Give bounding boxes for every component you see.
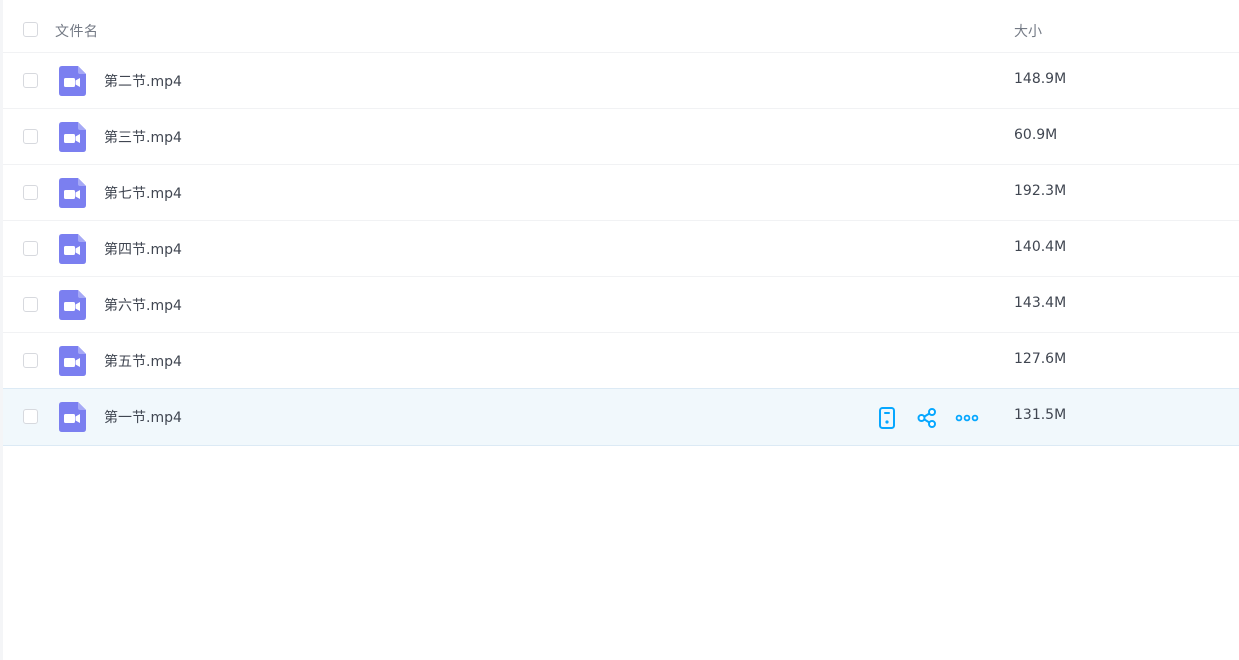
file-name[interactable]: 第二节.mp4	[104, 71, 182, 91]
row-checkbox[interactable]	[23, 129, 38, 144]
file-size: 143.4M	[1014, 295, 1067, 311]
file-size: 140.4M	[1014, 239, 1067, 255]
file-size: 60.9M	[1014, 127, 1058, 143]
more-icon[interactable]	[955, 406, 979, 430]
file-size: 127.6M	[1014, 351, 1067, 367]
column-header-size[interactable]: 大小	[1014, 21, 1042, 41]
file-name[interactable]: 第七节.mp4	[104, 183, 182, 203]
table-row-selected[interactable]: 第一节.mp4 131.5M	[3, 388, 1239, 446]
row-checkbox[interactable]	[23, 241, 38, 256]
row-checkbox[interactable]	[23, 297, 38, 312]
file-table: 文件名 大小 第二节.mp4 148.9M 第三节.mp4 60.9M 第七节.…	[3, 0, 1239, 446]
file-size: 148.9M	[1014, 71, 1067, 87]
table-row[interactable]: 第五节.mp4 127.6M	[3, 333, 1239, 389]
row-checkbox[interactable]	[23, 73, 38, 88]
file-size: 192.3M	[1014, 183, 1067, 199]
file-name[interactable]: 第四节.mp4	[104, 239, 182, 259]
table-row[interactable]: 第四节.mp4 140.4M	[3, 221, 1239, 277]
video-file-icon	[59, 178, 86, 208]
table-row[interactable]: 第六节.mp4 143.4M	[3, 277, 1239, 333]
row-checkbox[interactable]	[23, 185, 38, 200]
table-row[interactable]: 第二节.mp4 148.9M	[3, 53, 1239, 109]
file-name[interactable]: 第五节.mp4	[104, 351, 182, 371]
file-name[interactable]: 第六节.mp4	[104, 295, 182, 315]
file-name[interactable]: 第一节.mp4	[104, 407, 182, 427]
column-header-name[interactable]: 文件名	[55, 21, 99, 41]
video-file-icon	[59, 234, 86, 264]
video-file-icon	[59, 346, 86, 376]
row-checkbox[interactable]	[23, 353, 38, 368]
row-checkbox[interactable]	[23, 409, 38, 424]
select-all-checkbox[interactable]	[23, 22, 38, 37]
video-file-icon	[59, 290, 86, 320]
video-file-icon	[59, 122, 86, 152]
file-list-page: 文件名 大小 第二节.mp4 148.9M 第三节.mp4 60.9M 第七节.…	[0, 0, 1239, 660]
table-row[interactable]: 第三节.mp4 60.9M	[3, 109, 1239, 165]
video-file-icon	[59, 402, 86, 432]
table-header: 文件名 大小	[3, 0, 1239, 53]
file-name[interactable]: 第三节.mp4	[104, 127, 182, 147]
share-icon[interactable]	[915, 406, 939, 430]
table-row[interactable]: 第七节.mp4 192.3M	[3, 165, 1239, 221]
phone-icon[interactable]	[875, 406, 899, 430]
video-file-icon	[59, 66, 86, 96]
file-size: 131.5M	[1014, 407, 1067, 423]
